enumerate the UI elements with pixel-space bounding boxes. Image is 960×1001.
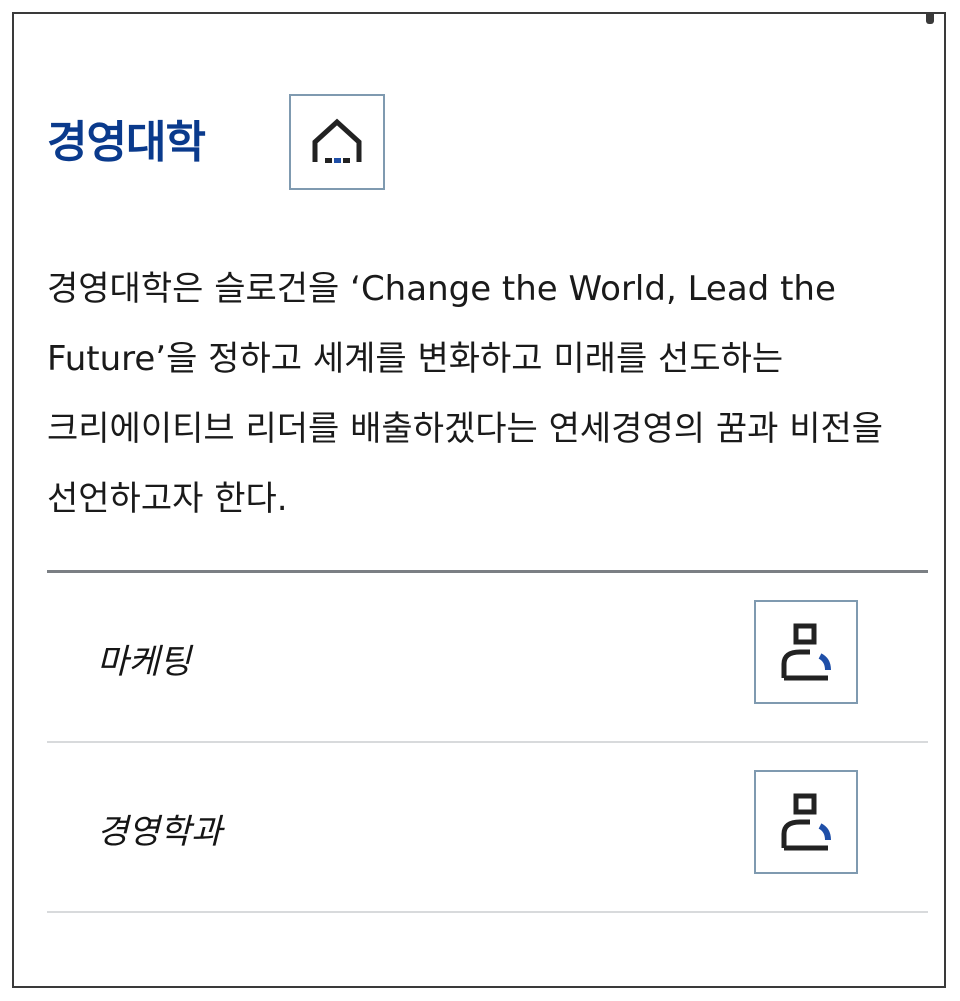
- home-icon: [312, 118, 362, 163]
- person-icon: [781, 793, 831, 851]
- department-row-business-administration[interactable]: 경영학과: [47, 743, 928, 913]
- content-card: 경영대학 경영대학은 슬로건을 ‘Change the World, Lead …: [12, 12, 946, 988]
- home-button[interactable]: [289, 94, 385, 190]
- faculty-profile-button[interactable]: [754, 600, 858, 704]
- department-label: 경영학과: [97, 811, 223, 852]
- college-title: 경영대학: [47, 117, 206, 168]
- department-row-marketing[interactable]: 마케팅: [47, 573, 928, 743]
- faculty-profile-button[interactable]: [754, 770, 858, 874]
- department-label: 마케팅: [97, 641, 191, 682]
- person-icon: [781, 623, 831, 681]
- scrollbar-thumb[interactable]: [926, 14, 934, 24]
- college-header: 경영대학: [47, 94, 385, 192]
- college-description: 경영대학은 슬로건을 ‘Change the World, Lead the F…: [47, 269, 884, 519]
